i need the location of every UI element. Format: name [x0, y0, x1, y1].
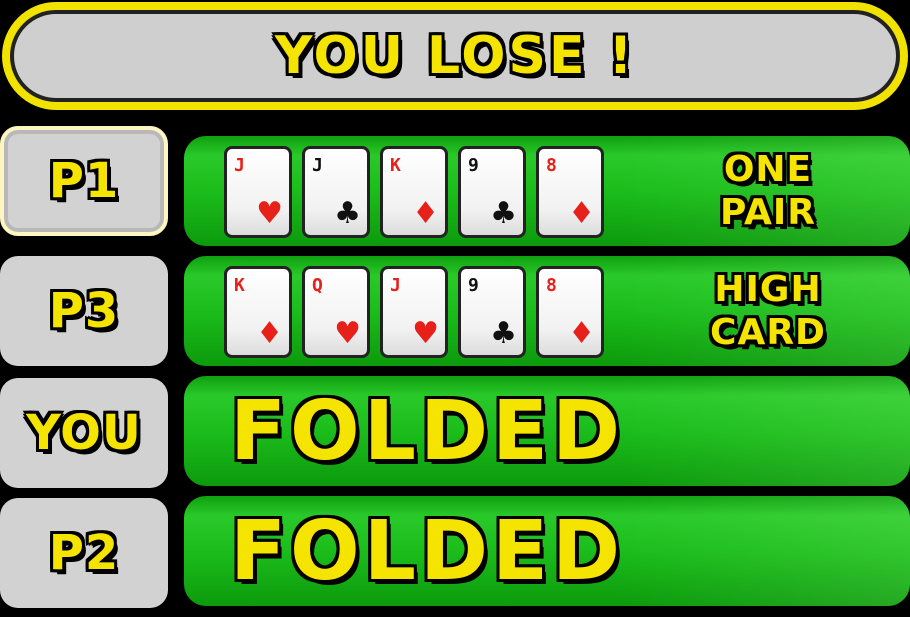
diamond-suit-icon: ♦ — [568, 316, 595, 351]
hand-rank-line2: CARD — [710, 312, 826, 353]
player-row-you: FOLDED — [184, 376, 910, 486]
card-rank: K — [234, 275, 245, 296]
hand-rank-line1: ONE — [723, 149, 813, 190]
card-rank: 8 — [546, 275, 557, 296]
hand-cards: K ♦ Q ♥ J ♥ 9 ♣ 8 ♦ — [224, 266, 604, 358]
heart-suit-icon: ♥ — [412, 316, 439, 351]
card-rank: 9 — [468, 275, 479, 296]
player-row-p3: K ♦ Q ♥ J ♥ 9 ♣ 8 ♦ HIGH CARD — [184, 256, 910, 366]
hand-rank-label: HIGH CARD — [684, 268, 852, 354]
result-title: YOU LOSE ! — [274, 26, 636, 86]
playing-card: 9 ♣ — [458, 146, 526, 238]
club-suit-icon: ♣ — [490, 316, 517, 351]
diamond-suit-icon: ♦ — [412, 196, 439, 231]
playing-card: J ♥ — [380, 266, 448, 358]
club-suit-icon: ♣ — [334, 196, 361, 231]
diamond-suit-icon: ♦ — [256, 316, 283, 351]
card-rank: 9 — [468, 155, 479, 176]
result-banner-inner: YOU LOSE ! — [10, 10, 900, 102]
playing-card: K ♦ — [380, 146, 448, 238]
hand-rank-line2: PAIR — [719, 192, 817, 233]
playing-card: K ♦ — [224, 266, 292, 358]
card-rank: 8 — [546, 155, 557, 176]
card-rank: J — [312, 155, 323, 176]
heart-suit-icon: ♥ — [256, 196, 283, 231]
playing-card: 9 ♣ — [458, 266, 526, 358]
playing-card: J ♥ — [224, 146, 292, 238]
folded-status: FOLDED — [230, 384, 625, 479]
player-label-p2: P2 — [0, 498, 168, 608]
card-rank: J — [234, 155, 245, 176]
card-rank: K — [390, 155, 401, 176]
hand-rank-line1: HIGH — [714, 269, 822, 310]
diamond-suit-icon: ♦ — [568, 196, 595, 231]
playing-card: 8 ♦ — [536, 266, 604, 358]
heart-suit-icon: ♥ — [334, 316, 361, 351]
result-banner: YOU LOSE ! — [2, 2, 908, 110]
player-label-p1: P1 — [0, 126, 168, 236]
hand-cards: J ♥ J ♣ K ♦ 9 ♣ 8 ♦ — [224, 146, 604, 238]
player-name: P3 — [48, 283, 120, 339]
player-label-p3: P3 — [0, 256, 168, 366]
card-rank: J — [390, 275, 401, 296]
club-suit-icon: ♣ — [490, 196, 517, 231]
player-label-you: YOU — [0, 378, 168, 488]
player-row-p2: FOLDED — [184, 496, 910, 606]
card-rank: Q — [312, 275, 323, 296]
playing-card: J ♣ — [302, 146, 370, 238]
player-name: YOU — [26, 405, 142, 461]
playing-card: 8 ♦ — [536, 146, 604, 238]
folded-status: FOLDED — [230, 504, 625, 599]
playing-card: Q ♥ — [302, 266, 370, 358]
player-row-p1: J ♥ J ♣ K ♦ 9 ♣ 8 ♦ ONE PAIR — [184, 136, 910, 246]
hand-rank-label: ONE PAIR — [684, 148, 852, 234]
player-name: P1 — [48, 153, 120, 209]
player-name: P2 — [48, 525, 120, 581]
